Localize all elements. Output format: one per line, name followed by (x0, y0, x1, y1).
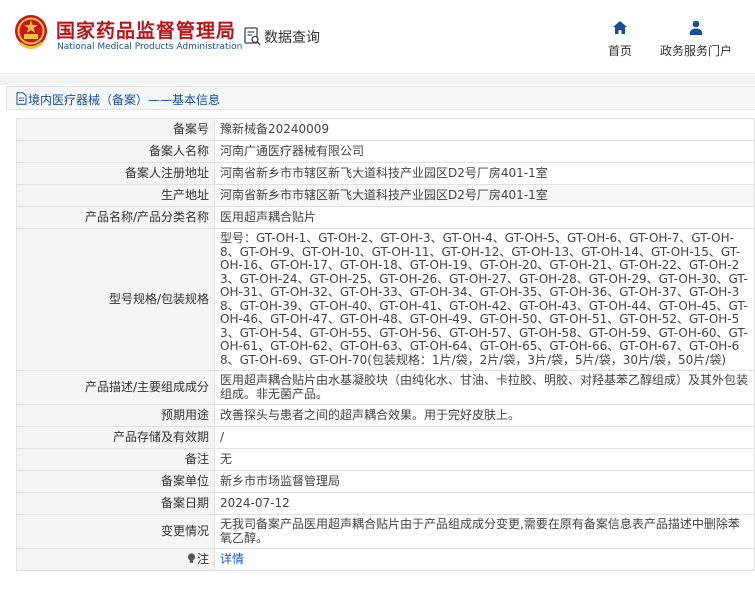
table-row: 预期用途 改善探头与患者之间的超声耦合效果。用于完好皮肤上。 (16, 404, 755, 427)
filing-unit-value: 新乡市市场监督管理局 (214, 470, 755, 493)
field-label: 注 (196, 551, 209, 566)
home-icon (613, 21, 627, 34)
table-row: 生产地址 河南省新乡市市辖区新飞大道科技产业园区D2号厂房401-1室 (16, 184, 755, 207)
filing-no-value: 豫新械备20240009 (214, 118, 755, 141)
note-label-cell: 注 (16, 548, 215, 571)
data-query-link[interactable]: 数据查询 (264, 27, 320, 47)
data-query-icon[interactable] (244, 27, 261, 46)
field-label: 型号规格/包装规格 (16, 228, 215, 371)
table-row: 备案号 豫新械备20240009 (16, 118, 755, 141)
reg-address-value: 河南省新乡市市辖区新飞大道科技产业园区D2号厂房401-1室 (214, 162, 755, 185)
org-name-cn: 国家药品监督管理局 (56, 20, 237, 42)
remark-value: 无 (214, 448, 755, 471)
filer-value: 河南广通医疗器械有限公司 (214, 140, 755, 163)
table-row: 备案人注册地址 河南省新乡市市辖区新飞大道科技产业园区D2号厂房401-1室 (16, 162, 755, 185)
field-label: 备案日期 (16, 492, 215, 515)
site-header: 国家药品监督管理局 National Medical Products Admi… (0, 0, 755, 74)
header-spacer (0, 75, 755, 85)
nav-gov-portal-label: 政务服务门户 (659, 44, 732, 58)
table-row: 产品存储及有效期 / (16, 426, 755, 449)
field-label: 产品存储及有效期 (16, 426, 215, 449)
breadcrumb-text: 境内医疗器械（备案）——基本信息 (28, 93, 221, 107)
field-label: 产品描述/主要组成成分 (16, 370, 215, 405)
table-row: 产品描述/主要组成成分 医用超声耦合贴片由水基凝胶块（由纯化水、甘油、卡拉胶、明… (16, 370, 755, 405)
org-name-en: National Medical Products Administration (57, 42, 243, 52)
field-label: 备案人注册地址 (16, 162, 215, 185)
table-row: 注 详情 (16, 548, 755, 571)
table-row: 变更情况 无我司备案产品医用超声耦合贴片由于产品组成成分变更,需要在原有备案信息… (16, 514, 755, 549)
field-label: 产品名称/产品分类名称 (16, 206, 215, 229)
description-value: 医用超声耦合贴片由水基凝胶块（由纯化水、甘油、卡拉胶、明胶、对羟基苯乙醇组成）及… (214, 370, 755, 405)
table-row: 型号规格/包装规格 型号：GT-OH-1、GT-OH-2、GT-OH-3、GT-… (16, 228, 755, 371)
product-name-value: 医用超声耦合贴片 (214, 206, 755, 229)
table-row: 备案人名称 河南广通医疗器械有限公司 (16, 140, 755, 163)
table-row: 产品名称/产品分类名称 医用超声耦合贴片 (16, 206, 755, 229)
national-emblem-icon (15, 15, 47, 49)
record-detail-table: 备案号 豫新械备20240009 备案人名称 河南广通医疗器械有限公司 备案人注… (16, 118, 755, 571)
nav-home-label: 首页 (607, 44, 632, 58)
change-value: 无我司备案产品医用超声耦合贴片由于产品组成成分变更,需要在原有备案信息表产品描述… (214, 514, 755, 549)
field-label: 备注 (16, 448, 215, 471)
note-value-cell: 详情 (214, 548, 755, 571)
field-label: 生产地址 (16, 184, 215, 207)
field-label: 变更情况 (16, 514, 215, 549)
field-label: 预期用途 (16, 404, 215, 427)
model-spec-value: 型号：GT-OH-1、GT-OH-2、GT-OH-3、GT-OH-4、GT-OH… (214, 228, 755, 371)
lightbulb-icon (187, 553, 196, 563)
intended-use-value: 改善探头与患者之间的超声耦合效果。用于完好皮肤上。 (214, 404, 755, 427)
nav-home[interactable]: 首页 (606, 20, 634, 59)
user-icon (689, 20, 703, 35)
field-label: 备案人名称 (16, 140, 215, 163)
table-row: 备案单位 新乡市市场监督管理局 (16, 470, 755, 493)
breadcrumb: 境内医疗器械（备案）——基本信息 (6, 86, 755, 110)
field-label: 备案号 (16, 118, 215, 141)
field-label: 备案单位 (16, 470, 215, 493)
nav-gov-portal[interactable]: 政务服务门户 (655, 20, 737, 59)
details-link[interactable]: 详情 (220, 552, 244, 566)
prod-address-value: 河南省新乡市市辖区新飞大道科技产业园区D2号厂房401-1室 (214, 184, 755, 207)
table-row: 备注 无 (16, 448, 755, 471)
document-icon (16, 92, 27, 105)
filing-date-value: 2024-07-12 (214, 492, 755, 515)
table-row: 备案日期 2024-07-12 (16, 492, 755, 515)
storage-value: / (214, 426, 755, 449)
